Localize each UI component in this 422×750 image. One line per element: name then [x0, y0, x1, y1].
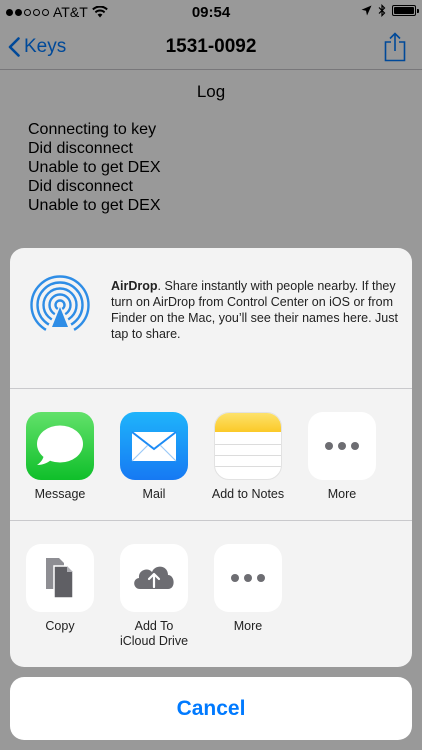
share-action-icloud-drive[interactable]: Add To iCloud Drive: [109, 544, 199, 649]
share-app-mail[interactable]: Mail: [109, 412, 199, 502]
share-action-more[interactable]: More: [203, 544, 293, 634]
airdrop-title: AirDrop: [111, 279, 158, 293]
notes-icon: [214, 412, 282, 480]
share-app-label: More: [327, 487, 357, 501]
share-sheet: AirDrop. Share instantly with people nea…: [10, 248, 412, 667]
share-apps-row: Message Mail Add to Notes More: [10, 389, 412, 521]
share-action-label: Add To iCloud Drive: [119, 619, 189, 648]
share-app-label: Message: [34, 487, 86, 501]
share-app-label: Add to Notes: [211, 487, 285, 501]
share-action-copy[interactable]: Copy: [15, 544, 105, 634]
airdrop-description: AirDrop. Share instantly with people nea…: [111, 278, 401, 342]
share-app-label: Mail: [142, 487, 166, 501]
share-app-more[interactable]: More: [297, 412, 387, 502]
share-action-label: More: [233, 619, 263, 633]
icloud-upload-icon: [120, 544, 188, 612]
airdrop-icon: [30, 275, 90, 335]
share-app-add-to-notes[interactable]: Add to Notes: [203, 412, 293, 502]
airdrop-section: AirDrop. Share instantly with people nea…: [10, 248, 412, 389]
more-icon: [308, 412, 376, 480]
mail-icon: [120, 412, 188, 480]
copy-icon: [26, 544, 94, 612]
cancel-button[interactable]: Cancel: [10, 677, 412, 740]
share-app-message[interactable]: Message: [15, 412, 105, 502]
messages-icon: [26, 412, 94, 480]
share-action-label: Copy: [45, 619, 75, 633]
more-icon: [214, 544, 282, 612]
share-actions-row: Copy Add To iCloud Drive More: [10, 521, 412, 667]
